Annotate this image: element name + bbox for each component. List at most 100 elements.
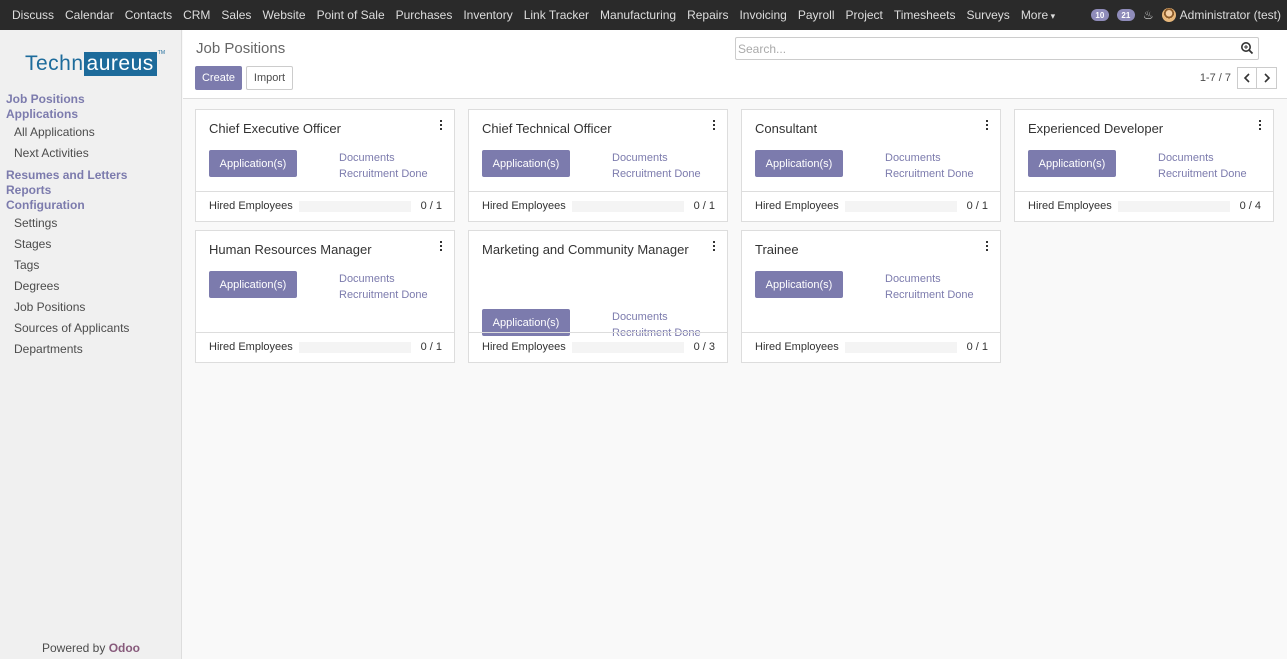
avatar xyxy=(1161,8,1176,22)
applications-button[interactable]: Application(s) xyxy=(209,150,297,177)
job-title[interactable]: Chief Technical Officer xyxy=(482,119,702,138)
import-button[interactable]: Import xyxy=(246,66,293,90)
sidebar-item-departments[interactable]: Departments xyxy=(0,339,182,360)
job-card[interactable]: Experienced Developer Application(s) Docum… xyxy=(1014,109,1274,222)
odoo-link[interactable]: Odoo xyxy=(109,641,140,655)
sidebar-item-sources-of-applicants[interactable]: Sources of Applicants xyxy=(0,318,182,339)
sidebar-section-configuration[interactable]: Configuration xyxy=(0,198,182,213)
sidebar-item-stages[interactable]: Stages xyxy=(0,234,182,255)
recruitment-done-link[interactable]: Recruitment Done xyxy=(612,166,701,182)
job-card[interactable]: Marketing and Community Manager Applicati… xyxy=(468,230,728,363)
sidebar-item-next-activities[interactable]: Next Activities xyxy=(0,143,182,164)
menu-item-project[interactable]: Project xyxy=(846,8,883,22)
recruitment-done-link[interactable]: Recruitment Done xyxy=(885,166,974,182)
job-title[interactable]: Trainee xyxy=(755,240,975,259)
applications-button[interactable]: Application(s) xyxy=(1028,150,1116,177)
recruitment-done-link[interactable]: Recruitment Done xyxy=(1158,166,1247,182)
job-card[interactable]: Trainee Application(s) Documents Recruitmen… xyxy=(741,230,1001,363)
sidebar-item-settings[interactable]: Settings xyxy=(0,213,182,234)
user-menu[interactable]: Administrator (test) xyxy=(1161,8,1281,22)
kebab-menu-icon[interactable] xyxy=(1257,120,1263,132)
menu-item-timesheets[interactable]: Timesheets xyxy=(894,8,956,22)
sidebar-section-reports[interactable]: Reports xyxy=(0,183,182,198)
menu-item-point-of-sale[interactable]: Point of Sale xyxy=(317,8,385,22)
job-title[interactable]: Human Resources Manager xyxy=(209,240,429,259)
hired-employees-label: Hired Employees xyxy=(209,200,293,212)
sidebar-section-resumes-and-letters[interactable]: Resumes and Letters xyxy=(0,168,182,183)
systray: 10 21 ♨ Administrator (test) xyxy=(1090,8,1281,22)
menu-item-purchases[interactable]: Purchases xyxy=(396,8,453,22)
applications-button[interactable]: Application(s) xyxy=(209,271,297,298)
applications-button[interactable]: Application(s) xyxy=(755,271,843,298)
job-title[interactable]: Consultant xyxy=(755,119,975,138)
job-card[interactable]: Human Resources Manager Application(s) Doc… xyxy=(195,230,455,363)
recruitment-done-link[interactable]: Recruitment Done xyxy=(339,287,428,303)
job-card[interactable]: Chief Technical Officer Application(s) Doc… xyxy=(468,109,728,222)
documents-link[interactable]: Documents xyxy=(885,271,974,287)
job-card[interactable]: Consultant Application(s) Documents Recruit… xyxy=(741,109,1001,222)
card-footer: Hired Employees 0 / 1 xyxy=(742,332,1000,362)
recruitment-done-link[interactable]: Recruitment Done xyxy=(885,287,974,303)
documents-link[interactable]: Documents xyxy=(339,150,428,166)
menu-item-invoicing[interactable]: Invoicing xyxy=(739,8,786,22)
hired-employees-label: Hired Employees xyxy=(755,200,839,212)
messages-counter[interactable]: 10 xyxy=(1090,9,1109,21)
create-button[interactable]: Create xyxy=(195,66,242,90)
search-icon[interactable] xyxy=(1240,41,1254,55)
sidebar-item-degrees[interactable]: Degrees xyxy=(0,276,182,297)
menu-item-contacts[interactable]: Contacts xyxy=(125,8,172,22)
documents-link[interactable]: Documents xyxy=(885,150,974,166)
recruitment-done-link[interactable]: Recruitment Done xyxy=(339,166,428,182)
menu-item-payroll[interactable]: Payroll xyxy=(798,8,835,22)
applications-button[interactable]: Application(s) xyxy=(482,150,570,177)
bug-icon[interactable]: ♨ xyxy=(1143,8,1154,22)
app-menu: Discuss Calendar Contacts CRM Sales Website Po… xyxy=(12,8,1066,22)
sidebar-section-applications[interactable]: Applications xyxy=(0,107,182,122)
hired-count: 0 / 1 xyxy=(693,200,715,212)
hired-employees-label: Hired Employees xyxy=(482,200,566,212)
sidebar-item-all-applications[interactable]: All Applications xyxy=(0,122,182,143)
menu-item-website[interactable]: Website xyxy=(262,8,305,22)
kebab-menu-icon[interactable] xyxy=(711,241,717,253)
top-menu-bar: Discuss Calendar Contacts CRM Sales Website Po… xyxy=(0,0,1287,30)
documents-link[interactable]: Documents xyxy=(339,271,428,287)
menu-item-link-tracker[interactable]: Link Tracker xyxy=(524,8,589,22)
search-input[interactable] xyxy=(738,40,1228,57)
applications-button[interactable]: Application(s) xyxy=(755,150,843,177)
documents-link[interactable]: Documents xyxy=(1158,150,1247,166)
pager-value[interactable]: 1-7 / 7 xyxy=(1200,72,1231,84)
kebab-menu-icon[interactable] xyxy=(438,241,444,253)
card-links: Documents Recruitment Done xyxy=(339,271,428,303)
menu-item-calendar[interactable]: Calendar xyxy=(65,8,114,22)
pager-previous-button[interactable] xyxy=(1237,67,1257,89)
hired-count: 0 / 3 xyxy=(693,341,715,353)
menu-item-manufacturing[interactable]: Manufacturing xyxy=(600,8,676,22)
documents-link[interactable]: Documents xyxy=(612,150,701,166)
job-title[interactable]: Experienced Developer xyxy=(1028,119,1248,138)
job-title[interactable]: Marketing and Community Manager xyxy=(482,240,702,259)
menu-item-crm[interactable]: CRM xyxy=(183,8,210,22)
kebab-menu-icon[interactable] xyxy=(984,120,990,132)
job-card[interactable]: Chief Executive Officer Application(s) Doc… xyxy=(195,109,455,222)
pager-next-button[interactable] xyxy=(1257,67,1277,89)
menu-item-surveys[interactable]: Surveys xyxy=(966,8,1009,22)
kebab-menu-icon[interactable] xyxy=(438,120,444,132)
hired-count: 0 / 1 xyxy=(966,341,988,353)
activities-counter[interactable]: 21 xyxy=(1116,9,1135,21)
sidebar-item-job-positions[interactable]: Job Positions xyxy=(0,297,182,318)
menu-item-sales[interactable]: Sales xyxy=(221,8,251,22)
kebab-menu-icon[interactable] xyxy=(711,120,717,132)
documents-link[interactable]: Documents xyxy=(612,309,701,325)
menu-item-inventory[interactable]: Inventory xyxy=(463,8,512,22)
sidebar-section-job-positions[interactable]: Job Positions xyxy=(0,92,182,107)
menu-item-discuss[interactable]: Discuss xyxy=(12,8,54,22)
sidebar-item-tags[interactable]: Tags xyxy=(0,255,182,276)
user-name: Administrator (test) xyxy=(1179,8,1281,22)
card-links: Documents Recruitment Done xyxy=(1158,150,1247,182)
hired-progress-bar xyxy=(1118,201,1230,212)
hired-count: 0 / 1 xyxy=(420,200,442,212)
kebab-menu-icon[interactable] xyxy=(984,241,990,253)
job-title[interactable]: Chief Executive Officer xyxy=(209,119,429,138)
menu-item-repairs[interactable]: Repairs xyxy=(687,8,728,22)
menu-item-more[interactable]: More xyxy=(1021,8,1055,22)
